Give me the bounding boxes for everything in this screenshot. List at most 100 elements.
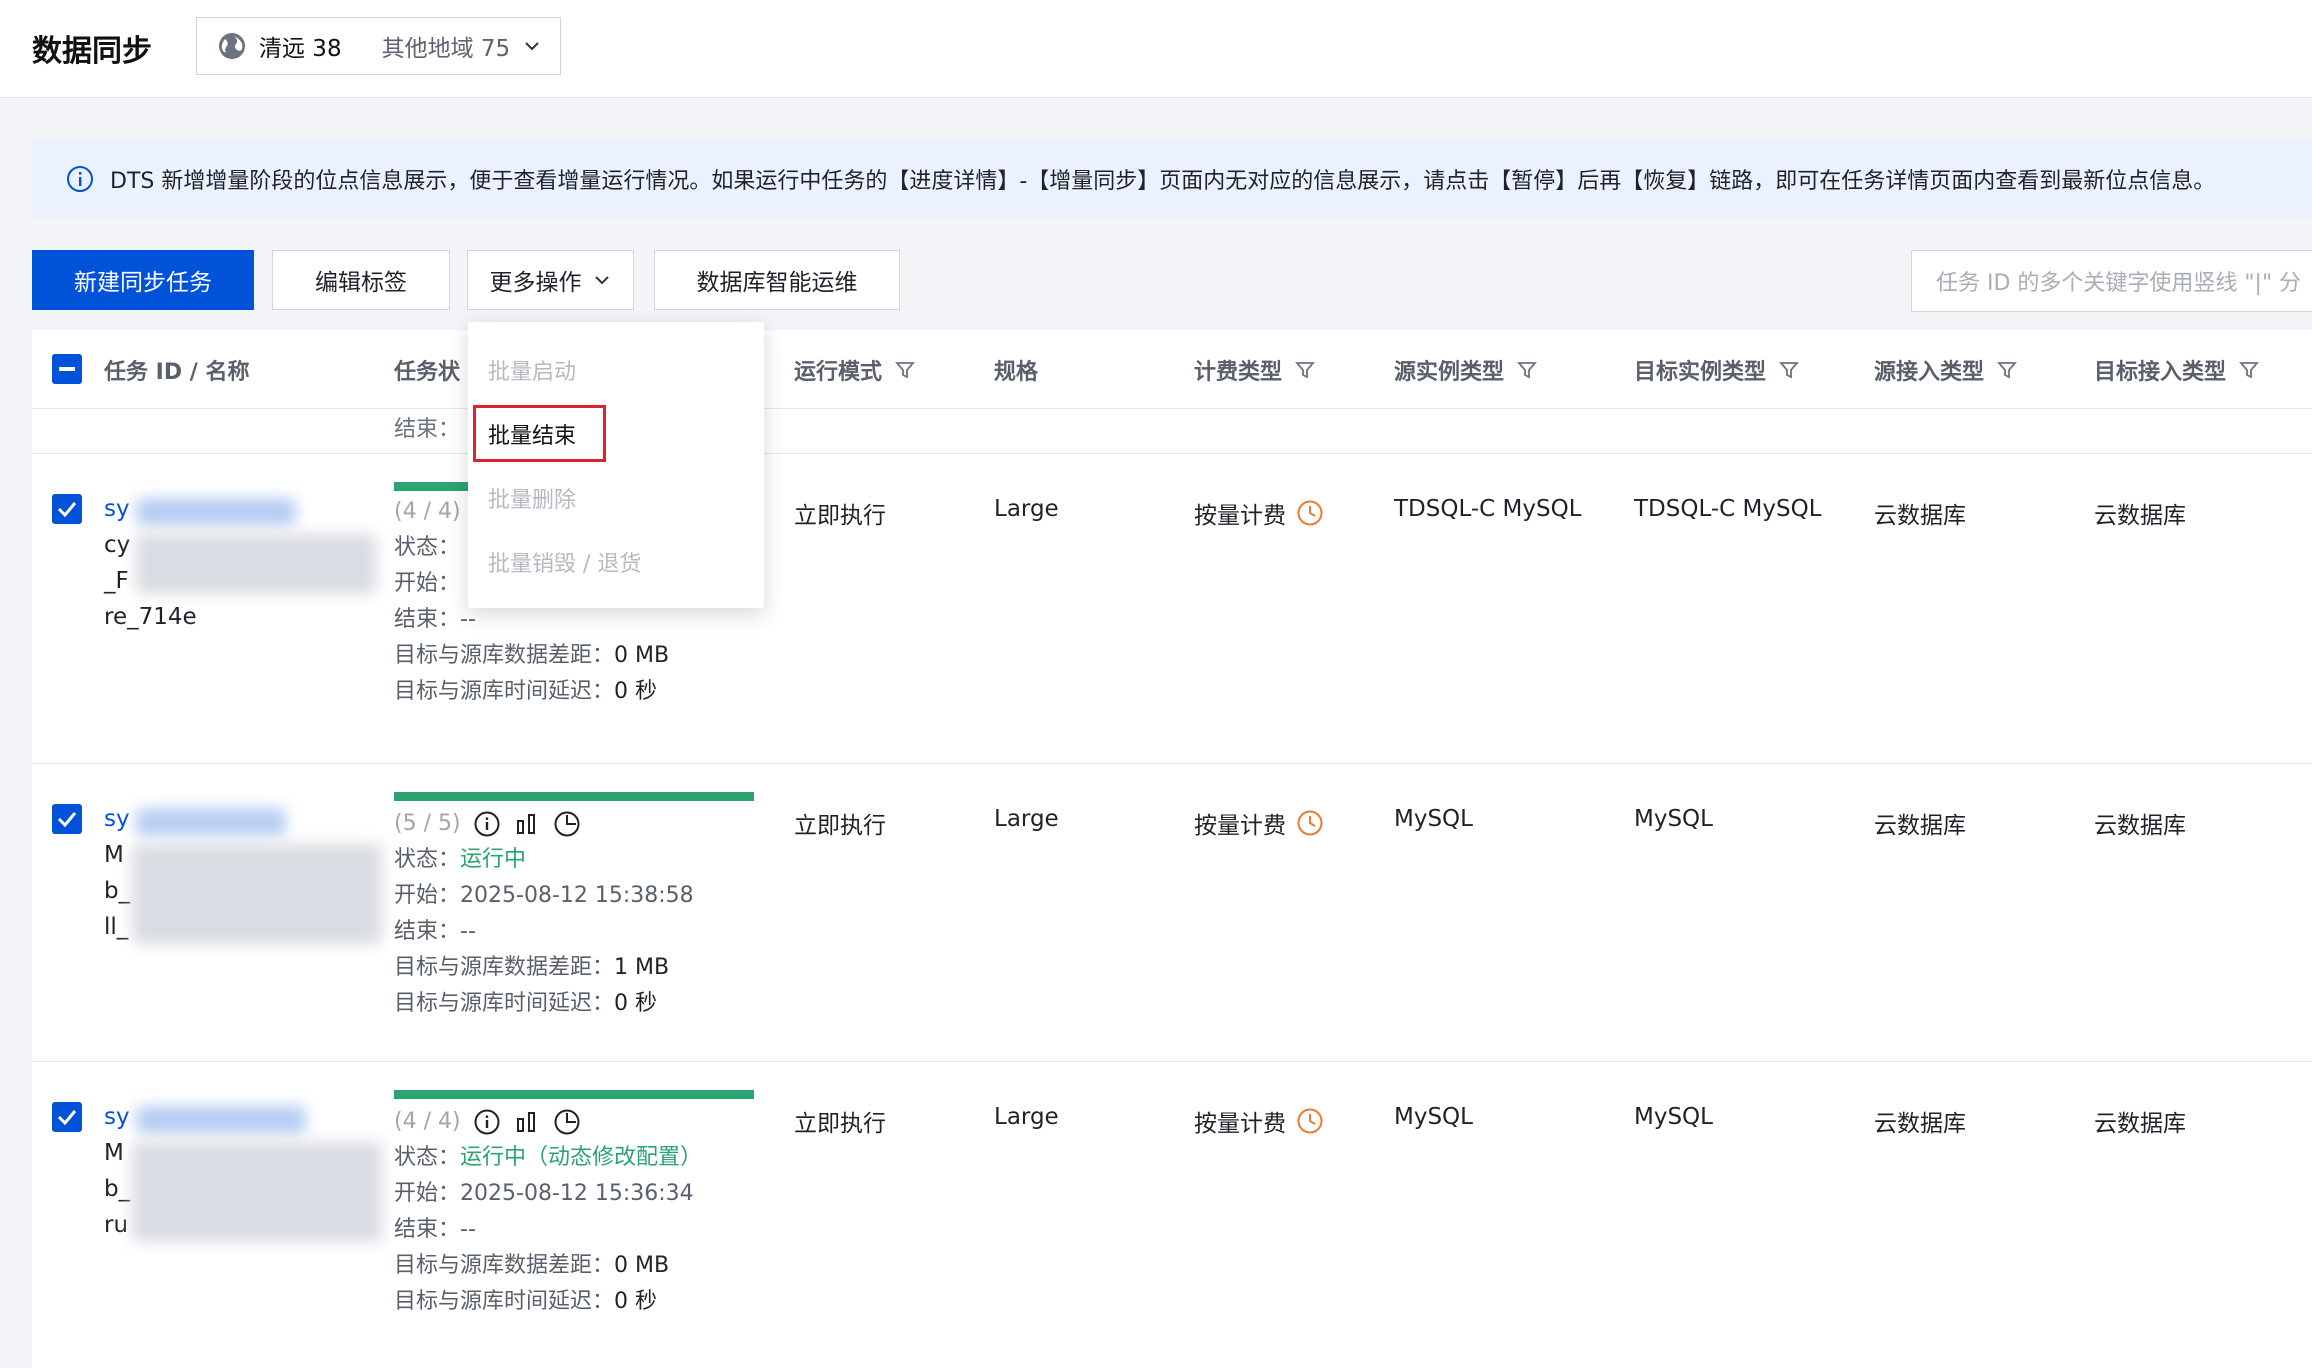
progress-bar [394, 792, 754, 801]
info-icon[interactable] [473, 810, 501, 838]
task-id-link[interactable]: sy [104, 806, 130, 832]
select-all-checkbox[interactable] [52, 354, 82, 384]
filter-icon[interactable] [894, 359, 916, 381]
run-mode: 立即执行 [794, 503, 886, 529]
clock-icon [1297, 810, 1323, 836]
state-label: 状态： [394, 1145, 461, 1170]
billing-type: 按量计费 [1194, 496, 1324, 530]
more-operations-button[interactable]: 更多操作 [467, 250, 634, 310]
chevron-down-icon [525, 42, 539, 51]
step-count: (4 / 4) [394, 1104, 702, 1140]
run-mode: 立即执行 [794, 813, 886, 839]
filter-icon[interactable] [1996, 359, 2018, 381]
diff-label: 目标与源库数据差距： [394, 1253, 615, 1278]
notice-text: DTS 新增增量阶段的位点信息展示，便于查看增量运行情况。如果运行中任务的【进度… [110, 169, 2216, 194]
diff-value: 1 MB [614, 955, 670, 980]
filter-icon[interactable] [1516, 359, 1538, 381]
table-row: sy M b_ ru (4 / 4) 状态：运行中（动态修改配置） 开始：202… [32, 1062, 2312, 1368]
col-target-access-type[interactable]: 目标接入类型 [2094, 354, 2260, 386]
region-current: 清远 38 [259, 36, 342, 62]
start-value: 2025-08-12 15:38:58 [460, 883, 694, 908]
diff-value: 0 MB [614, 643, 670, 668]
more-operations-label: 更多操作 [489, 270, 582, 296]
task-name-line: b_ [104, 878, 131, 904]
col-target-instance-type[interactable]: 目标实例类型 [1634, 354, 1800, 386]
start-value: 2025-08-12 15:36:34 [460, 1181, 694, 1206]
state-label: 状态： [394, 847, 461, 872]
spec: Large [994, 1104, 1059, 1130]
menu-item-batch-start[interactable]: 批量启动 [488, 354, 576, 386]
run-mode: 立即执行 [794, 1111, 886, 1137]
col-billing[interactable]: 计费类型 [1194, 354, 1316, 386]
task-name-line: re_714e [104, 604, 197, 630]
menu-item-batch-delete[interactable]: 批量删除 [488, 482, 576, 514]
check-icon [57, 812, 77, 828]
create-sync-task-label: 新建同步任务 [74, 270, 212, 296]
task-name-line: ru [104, 1212, 129, 1238]
target-access-type: 云数据库 [2094, 813, 2186, 839]
clock-icon [1297, 500, 1323, 526]
col-id-name: 任务 ID / 名称 [104, 360, 250, 385]
task-id-link[interactable]: sy [104, 496, 130, 522]
col-status: 任务状 [394, 360, 461, 385]
progress-bar [394, 1090, 754, 1099]
task-id-link[interactable]: sy [104, 1104, 130, 1130]
clock-icon [1297, 1108, 1323, 1134]
table-row-partial: 结束： [32, 409, 2312, 454]
state-label: 状态： [394, 535, 461, 560]
end-label: 结束： [394, 607, 461, 632]
clock-icon[interactable] [553, 1108, 581, 1136]
clock-icon[interactable] [553, 810, 581, 838]
info-notice: DTS 新增增量阶段的位点信息展示，便于查看增量运行情况。如果运行中任务的【进度… [32, 140, 2312, 218]
end-value: -- [460, 607, 476, 632]
source-instance-type: MySQL [1394, 1104, 1473, 1130]
page-title: 数据同步 [32, 34, 152, 69]
delay-value: 0 秒 [614, 991, 658, 1016]
target-access-type: 云数据库 [2094, 1111, 2186, 1137]
edit-tags-button[interactable]: 编辑标签 [272, 250, 450, 310]
region-selector[interactable]: 清远 38 其他地域 75 [196, 17, 561, 75]
check-icon [57, 502, 77, 518]
target-access-type: 云数据库 [2094, 503, 2186, 529]
start-label: 开始： [394, 1181, 461, 1206]
delay-value: 0 秒 [614, 679, 658, 704]
bar-chart-icon[interactable] [513, 1108, 541, 1136]
filter-icon[interactable] [2238, 359, 2260, 381]
col-spec: 规格 [994, 360, 1039, 385]
check-icon [57, 1110, 77, 1126]
db-smart-ops-button[interactable]: 数据库智能运维 [654, 250, 900, 310]
source-access-type: 云数据库 [1874, 813, 1966, 839]
task-status-block: (5 / 5) 状态：运行中 开始：2025-08-12 15:38:58 结束… [394, 806, 694, 1022]
filter-icon[interactable] [1294, 359, 1316, 381]
col-source-access-type[interactable]: 源接入类型 [1874, 354, 2018, 386]
row-checkbox[interactable] [52, 804, 82, 834]
edit-tags-label: 编辑标签 [315, 270, 407, 296]
task-name-line: M [104, 842, 124, 868]
filter-icon[interactable] [1778, 359, 1800, 381]
source-access-type: 云数据库 [1874, 1111, 1966, 1137]
row-checkbox[interactable] [52, 1102, 82, 1132]
source-access-type: 云数据库 [1874, 503, 1966, 529]
menu-item-batch-destroy-refund[interactable]: 批量销毁 / 退货 [488, 546, 641, 578]
highlight-box [473, 405, 606, 462]
search-input[interactable]: 任务 ID 的多个关键字使用竖线 "|" 分 [1911, 250, 2312, 312]
redacted-id [136, 808, 286, 836]
bar-chart-icon[interactable] [513, 810, 541, 838]
redacted-name [132, 1142, 382, 1242]
task-name-line: b_ [104, 1176, 131, 1202]
row-checkbox[interactable] [52, 494, 82, 524]
col-source-instance-type[interactable]: 源实例类型 [1394, 354, 1538, 386]
col-run-mode[interactable]: 运行模式 [794, 354, 916, 386]
delay-label: 目标与源库时间延迟： [394, 1289, 615, 1314]
table-header: 任务 ID / 名称 任务状 运行模式 规格 计费类型 源实例类型 目标实例类型… [32, 330, 2312, 409]
create-sync-task-button[interactable]: 新建同步任务 [32, 250, 254, 310]
state-value: 运行中（动态修改配置） [460, 1145, 703, 1170]
info-icon[interactable] [473, 1108, 501, 1136]
redacted-id [136, 498, 296, 526]
target-instance-type: TDSQL-C MySQL [1634, 496, 1822, 522]
billing-type: 按量计费 [1194, 806, 1324, 840]
info-icon [67, 166, 93, 192]
table-row: sy M b_ ll_ (5 / 5) 状态：运行中 开始：2025-08-12… [32, 764, 2312, 1062]
source-instance-type: TDSQL-C MySQL [1394, 496, 1582, 522]
globe-icon [219, 33, 245, 59]
